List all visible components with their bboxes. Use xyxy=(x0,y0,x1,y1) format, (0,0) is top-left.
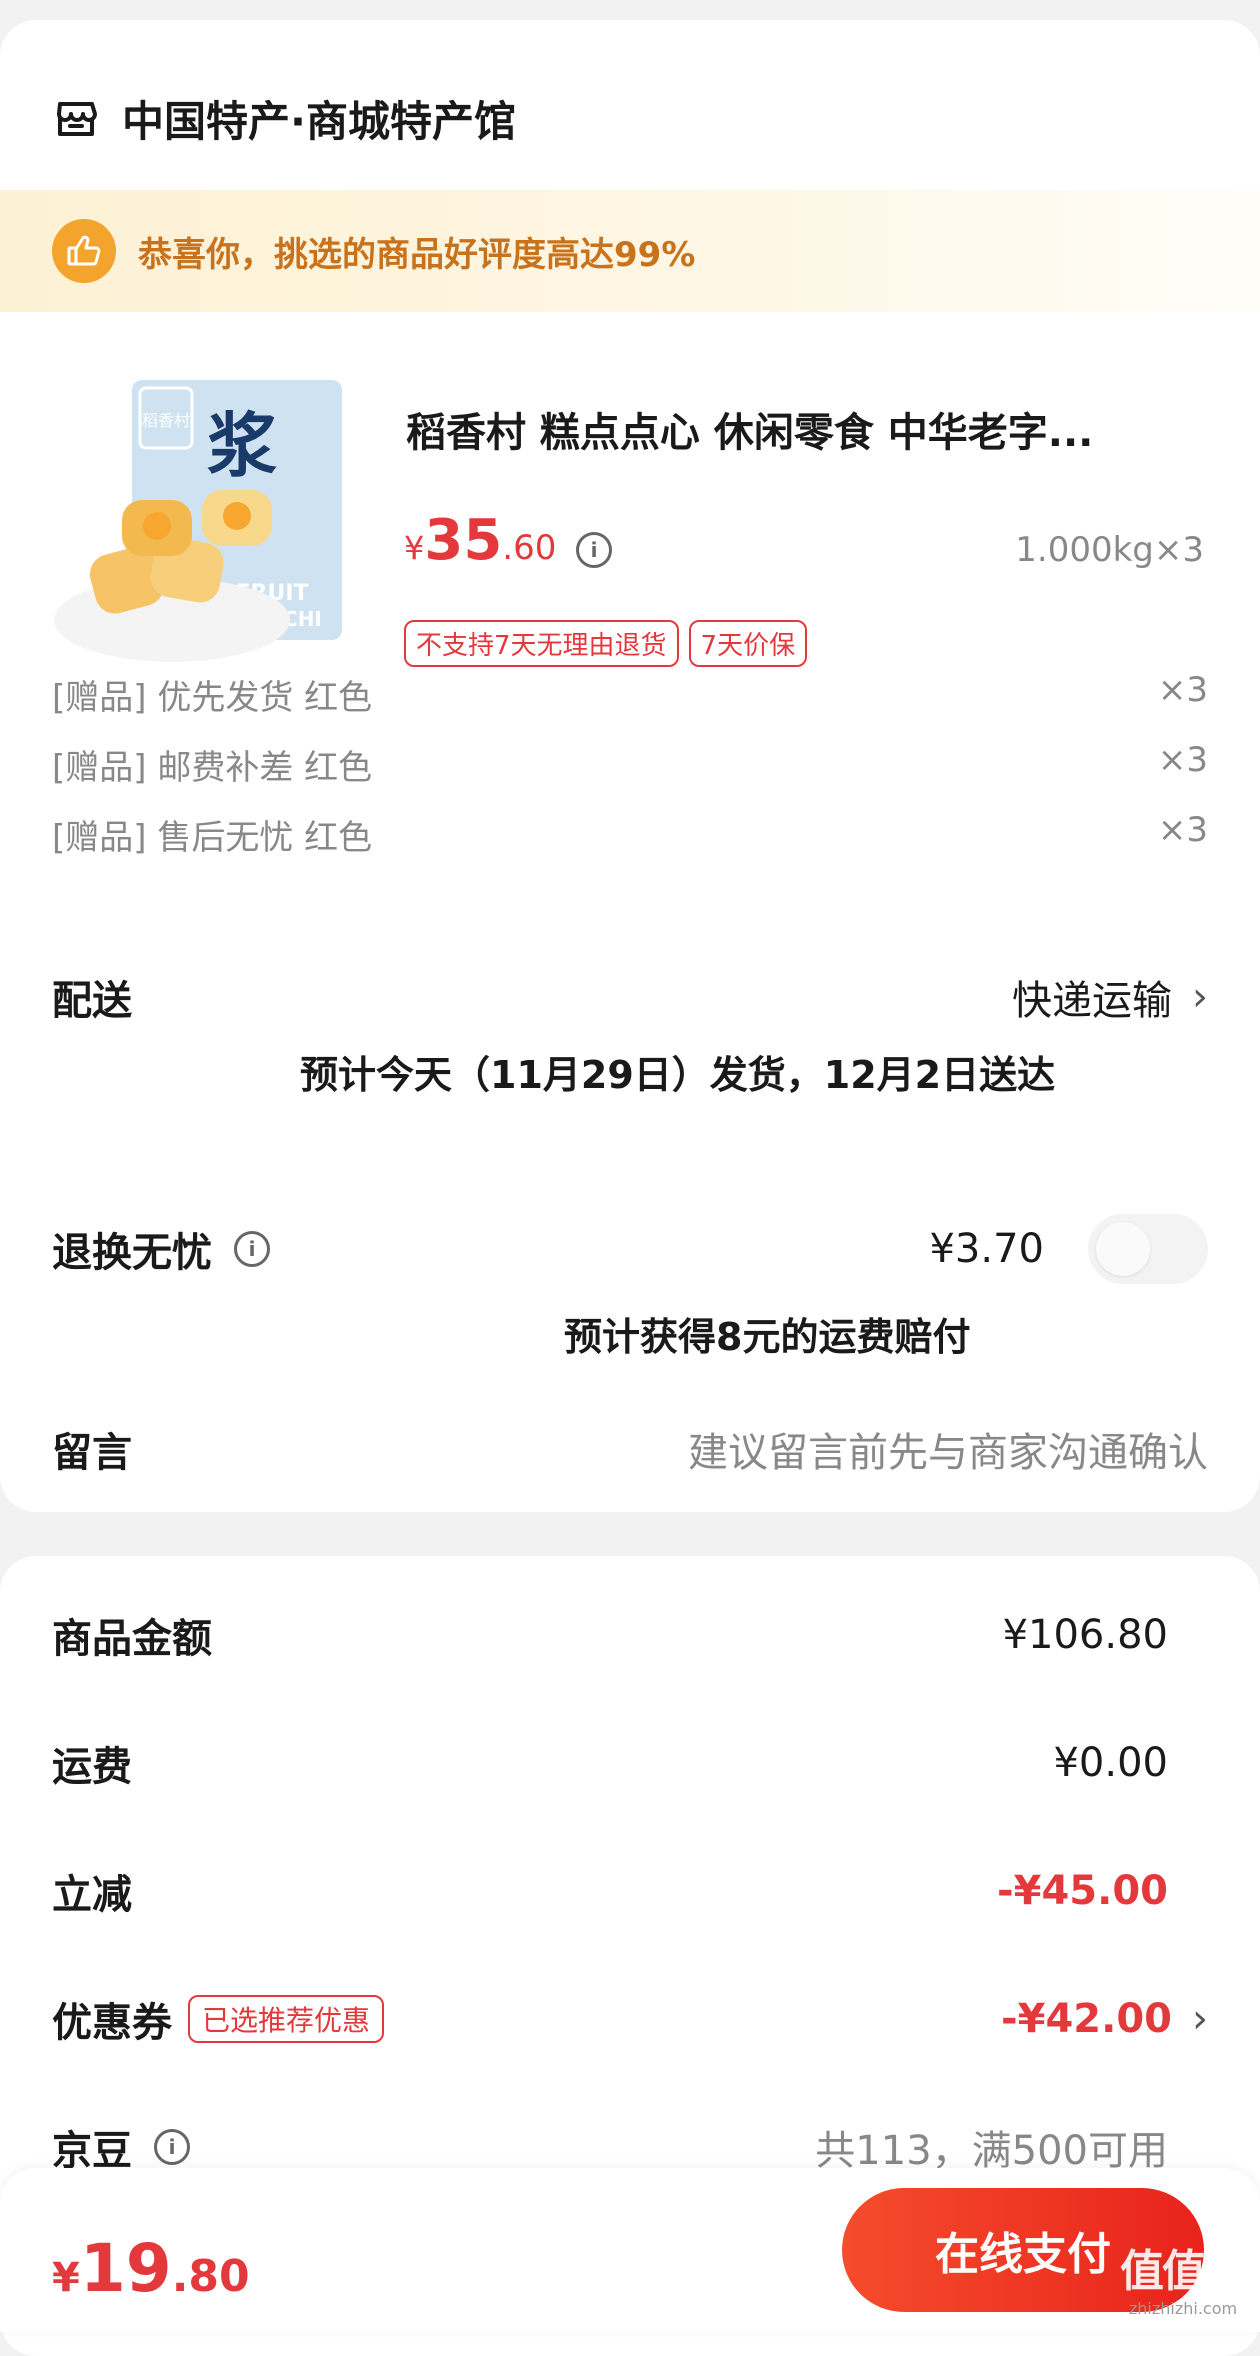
shop-header[interactable]: 中国特产·商城特产馆 xyxy=(52,88,516,148)
package-big-text: 浆 xyxy=(207,404,277,487)
toggle-knob xyxy=(1096,1222,1150,1276)
coupon-value-wrap: -¥42.00 › xyxy=(1001,1996,1208,2042)
return-service-label-wrap: 退换无忧 i xyxy=(52,1220,270,1278)
return-service-price: ¥3.70 xyxy=(929,1226,1044,1272)
gift-qty: ×3 xyxy=(1157,810,1208,850)
gift-label: [赠品] 邮费补差 红色 xyxy=(52,748,373,788)
rating-banner: 恭喜你，挑选的商品好评度高达99% xyxy=(0,190,1260,312)
price-integer: 35 xyxy=(424,508,503,573)
delivery-method-text: 快递运输 xyxy=(1012,978,1172,1024)
total-integer: 19 xyxy=(79,2230,172,2307)
coupon-tag: 已选推荐优惠 xyxy=(188,1995,385,2043)
goods-amount-label: 商品金额 xyxy=(52,1616,212,1662)
shipping-row: 运费 ¥0.00 xyxy=(52,1734,1208,1792)
info-icon[interactable]: i xyxy=(154,2129,190,2165)
delivery-label: 配送 xyxy=(52,978,132,1024)
price-currency: ¥ xyxy=(404,529,425,567)
return-service-label: 退换无忧 xyxy=(52,1230,212,1276)
watermark: 值值值 zhizhizhi.com xyxy=(1120,2235,1248,2318)
delivery-row[interactable]: 配送 快递运输 › xyxy=(52,968,1208,1026)
tag-price-protect: 7天价保 xyxy=(688,620,808,667)
product-spec: 1.000kg×3 xyxy=(1015,530,1204,570)
coupon-row[interactable]: 优惠券 已选推荐优惠 -¥42.00 › xyxy=(52,1990,1208,2048)
coupon-label: 优惠券 xyxy=(52,2000,172,2046)
price-info-icon[interactable]: i xyxy=(576,532,612,568)
package-brand-text: 稻香村 xyxy=(142,411,190,430)
watermark-logo: 值值值 xyxy=(1120,2246,1248,2297)
shipping-label: 运费 xyxy=(52,1744,132,1790)
gift-row: [赠品] 邮费补差 红色 ×3 xyxy=(52,740,1208,789)
goods-amount-row: 商品金额 ¥106.80 xyxy=(52,1606,1208,1664)
shop-icon xyxy=(57,102,97,136)
coupon-value: -¥42.00 xyxy=(1001,1996,1172,2042)
price-decimal: .60 xyxy=(502,528,557,568)
return-service-toggle[interactable] xyxy=(1088,1214,1208,1284)
pay-button-label: 在线支付 xyxy=(935,2229,1111,2280)
info-icon[interactable]: i xyxy=(234,1231,270,1267)
gift-qty: ×3 xyxy=(1157,740,1208,780)
watermark-url: zhizhizhi.com xyxy=(1128,2299,1238,2318)
gift-qty: ×3 xyxy=(1157,670,1208,710)
return-service-value: ¥3.70 xyxy=(929,1214,1208,1284)
thumbs-up-icon xyxy=(52,219,116,283)
coupon-label-wrap: 优惠券 已选推荐优惠 xyxy=(52,1990,385,2048)
chevron-right-icon: › xyxy=(1192,1996,1208,2042)
total-decimal: .80 xyxy=(171,2251,250,2302)
banner-text: 恭喜你，挑选的商品好评度高达99% xyxy=(138,234,696,275)
product-tags: 不支持7天无理由退货 7天价保 xyxy=(404,620,808,667)
order-card: 中国特产·商城特产馆 恭喜你，挑选的商品好评度高达99% 稻香村 浆 FRUIT… xyxy=(0,20,1260,1512)
gift-row: [赠品] 售后无忧 红色 ×3 xyxy=(52,810,1208,859)
message-input[interactable]: 建议留言前先与商家沟通确认 xyxy=(688,1420,1208,1478)
shop-name: 中国特产·商城特产馆 xyxy=(122,96,516,146)
checkout-bar: ¥ 19 .80 在线支付 值值值 zhizhizhi.com xyxy=(0,2168,1260,2332)
product-title[interactable]: 稻香村 糕点点心 休闲零食 中华老字... xyxy=(406,400,1206,458)
message-label: 留言 xyxy=(52,1430,132,1476)
gift-label: [赠品] 优先发货 红色 xyxy=(52,678,373,718)
discount-value: -¥45.00 xyxy=(997,1868,1168,1914)
delivery-method: 快递运输 › xyxy=(1012,968,1208,1026)
message-row[interactable]: 留言 建议留言前先与商家沟通确认 xyxy=(52,1420,1208,1478)
gift-row: [赠品] 优先发货 红色 ×3 xyxy=(52,670,1208,719)
tag-no-return: 不支持7天无理由退货 xyxy=(404,620,679,667)
chevron-right-icon: › xyxy=(1192,974,1208,1020)
product-price: ¥ 35 .60 xyxy=(404,508,556,573)
return-service-note: 预计获得8元的运费赔付 xyxy=(564,1315,971,1359)
goods-amount-value: ¥106.80 xyxy=(1002,1612,1168,1658)
total-currency: ¥ xyxy=(52,2255,80,2301)
return-service-row: 退换无忧 i ¥3.70 xyxy=(52,1214,1208,1284)
delivery-estimate: 预计今天（11月29日）发货，12月2日送达 xyxy=(300,1053,1056,1097)
shipping-value: ¥0.00 xyxy=(1053,1740,1168,1786)
discount-row: 立减 -¥45.00 xyxy=(52,1862,1208,1920)
total-price: ¥ 19 .80 xyxy=(52,2230,250,2307)
product-image[interactable]: 稻香村 浆 FRUIT MOCHI xyxy=(52,380,352,680)
gift-label: [赠品] 售后无忧 红色 xyxy=(52,818,373,858)
discount-label: 立减 xyxy=(52,1872,132,1918)
